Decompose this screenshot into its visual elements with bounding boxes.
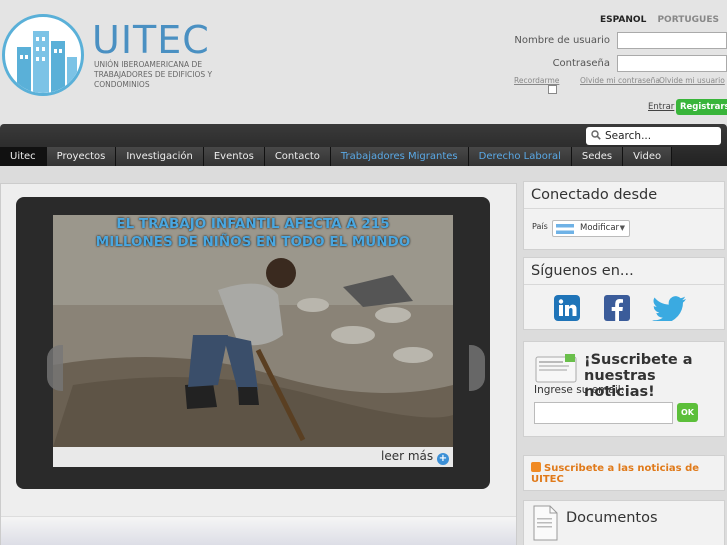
rss-subscribe-label: Suscribete a las noticias de UITEC [531,463,700,485]
twitter-icon[interactable] [652,295,688,321]
slide-caption[interactable]: EL TRABAJO INFANTIL AFECTA A 215 MILLONE… [88,215,418,251]
site-logo[interactable]: UITEC Unión Iberoamericana de Trabajador… [0,12,212,102]
rss-box: Suscribete a las noticias de UITEC [523,455,725,491]
slide-photo[interactable]: EL TRABAJO INFANTIL AFECTA A 215 MILLONE… [53,215,453,447]
rss-icon [531,462,541,472]
login-submit-link[interactable]: Entrar [648,102,674,112]
main-content: EL TRABAJO INFANTIL AFECTA A 215 MILLONE… [0,183,517,545]
username-label: Nombre de usuario [514,35,610,46]
nav-item-sedes[interactable]: Sedes [571,147,624,166]
documents-box: Documentos [523,500,725,545]
caret-down-icon: ▼ [619,224,625,232]
password-label: Contraseña [552,58,610,69]
nav-item-uitec[interactable]: Uitec [0,147,47,166]
logo-subtitle: Unión Iberoamericana de Trabajadores de … [94,60,213,89]
newsletter-box: ¡Suscribete a nuestras noticias! Ingrese… [523,341,725,437]
modify-label: Modificar [580,223,620,233]
newsletter-email-input[interactable] [534,402,673,424]
read-more-link[interactable]: leer más + [381,449,449,465]
newsletter-envelope-icon [535,354,577,383]
search-icon [591,130,601,140]
forgot-username-link[interactable]: Olvide mi usuario [659,76,725,85]
slider-prev-arrow[interactable] [47,345,63,391]
remember-checkbox[interactable] [548,85,557,94]
nav-item-derecho-laboral[interactable]: Derecho Laboral [468,147,572,166]
remember-label: Recordarme [514,76,560,85]
connected-from-box: Conectado desde País Modificar ▼ [523,181,725,250]
country-selector[interactable]: Modificar ▼ [552,220,630,237]
content-bottom-panel [1,516,516,545]
site-header: UITEC Unión Iberoamericana de Trabajador… [0,0,727,124]
forgot-password-link[interactable]: Olvide mi contraseña [580,76,660,85]
lang-portugues[interactable]: PORTUGUES [657,15,719,25]
newsletter-ok-button[interactable]: OK [677,403,698,422]
follow-us-box: Síguenos en... [523,257,725,330]
nav-item-video[interactable]: Video [623,147,673,166]
nav-item-proyectos[interactable]: Proyectos [46,147,117,166]
nav-item-eventos[interactable]: Eventos [203,147,265,166]
logo-building-icon [2,14,84,96]
email-label: Ingrese su email: [534,384,625,396]
documents-title: Documentos [566,510,658,526]
nav-menu: Uitec Proyectos Investigación Eventos Co… [0,147,673,166]
country-label: País [532,222,548,231]
register-button[interactable]: Registrarse [676,99,727,115]
slider-next-arrow[interactable] [469,345,485,391]
nav-item-trabajadores-migrantes[interactable]: Trabajadores Migrantes [330,147,469,166]
nav-item-investigacion[interactable]: Investigación [116,147,204,166]
news-slider: EL TRABAJO INFANTIL AFECTA A 215 MILLONE… [16,197,490,489]
logo-name: UITEC [92,18,210,62]
connected-from-title: Conectado desde [524,182,724,209]
follow-us-title: Síguenos en... [524,258,724,285]
main-navbar: Search... Uitec Proyectos Investigación … [0,124,727,166]
slide-footer: leer más + [53,447,453,467]
rss-subscribe-link[interactable]: Suscribete a las noticias de UITEC [531,462,721,485]
document-icon [533,505,558,541]
facebook-icon[interactable] [604,295,630,321]
lang-espanol[interactable]: ESPANOL [600,15,646,25]
nav-item-contacto[interactable]: Contacto [264,147,331,166]
linkedin-icon[interactable] [554,295,580,321]
username-input[interactable] [617,32,727,49]
read-more-label: leer más [381,449,434,463]
search-placeholder: Search... [605,130,652,142]
language-selector: ESPANOL PORTUGUES [592,15,719,25]
password-input[interactable] [617,55,727,72]
search-box[interactable]: Search... [586,127,721,145]
argentina-flag-icon [556,224,574,234]
plus-icon: + [437,453,449,465]
